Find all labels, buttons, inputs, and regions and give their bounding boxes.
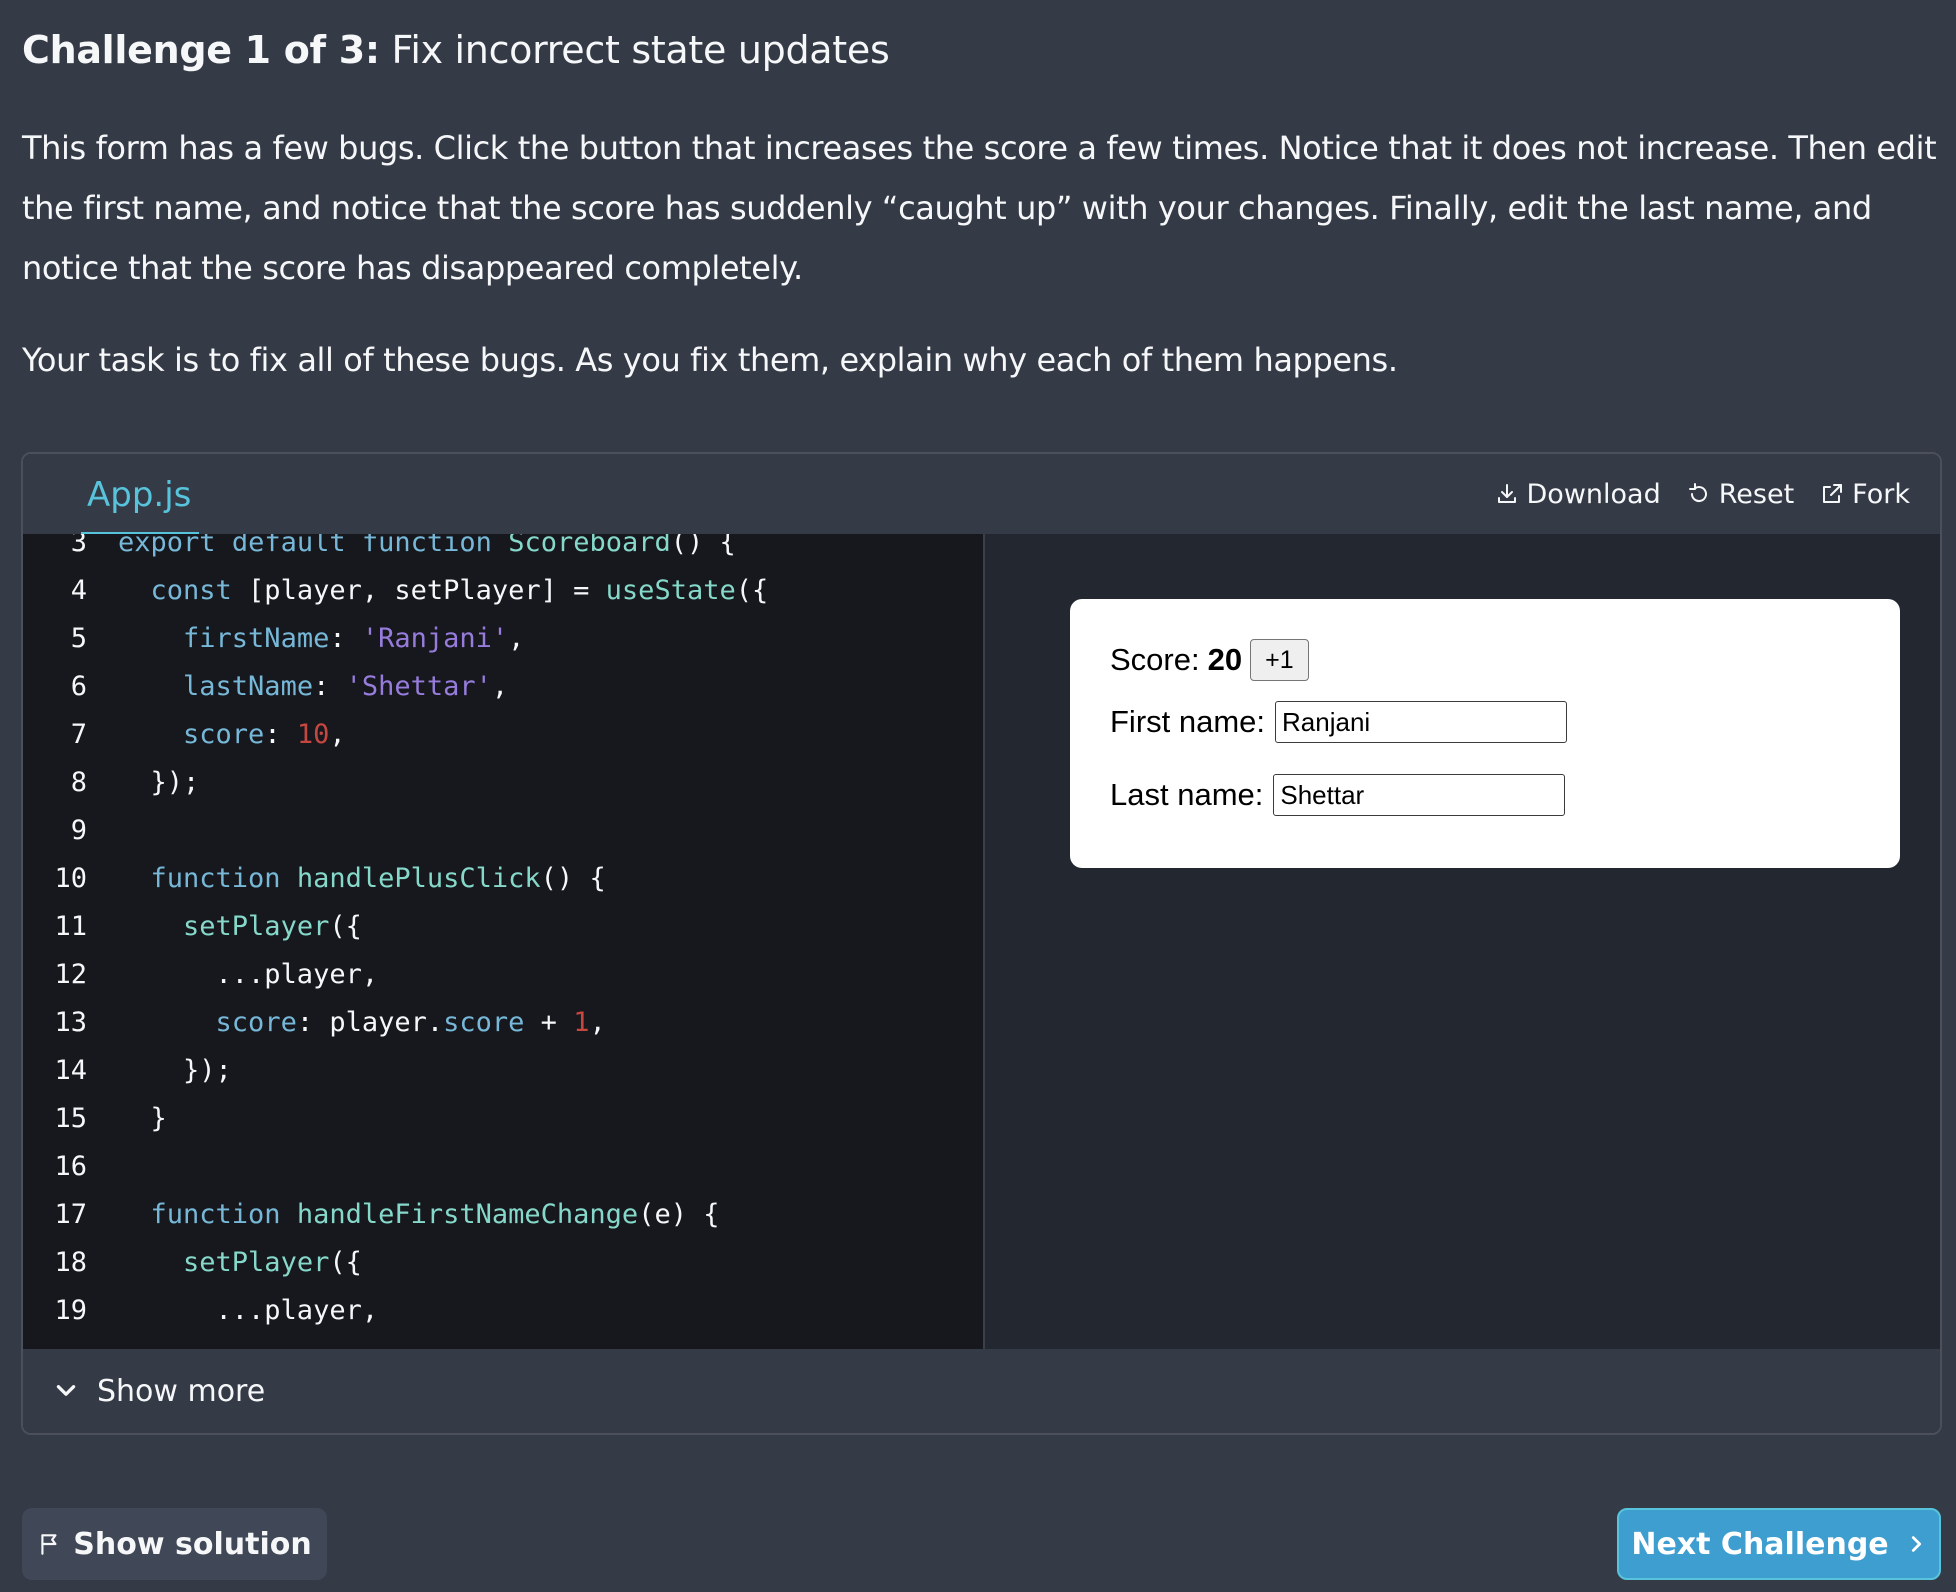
line-number: 11 bbox=[54, 911, 87, 942]
code-line: 12 ...player, bbox=[23, 951, 378, 999]
line-number: 3 bbox=[70, 534, 87, 558]
last-name-label: Last name: bbox=[1110, 777, 1264, 812]
line-number: 5 bbox=[70, 623, 87, 654]
reset-label: Reset bbox=[1718, 478, 1795, 510]
download-button[interactable]: Download bbox=[1495, 479, 1661, 510]
show-more-label: Show more bbox=[97, 1373, 266, 1409]
line-number: 7 bbox=[70, 719, 87, 750]
line-number: 17 bbox=[54, 1199, 87, 1230]
flag-icon bbox=[41, 1534, 57, 1555]
challenge-task: Your task is to fix all of these bugs. A… bbox=[22, 341, 1398, 379]
chevron-down-icon bbox=[56, 1385, 76, 1396]
first-name-row: First name: bbox=[1110, 699, 1568, 745]
next-challenge-button[interactable]: Next Challenge bbox=[1617, 1508, 1941, 1580]
code-line: 11 setPlayer({ bbox=[23, 903, 361, 951]
show-solution-label: Show solution bbox=[73, 1526, 312, 1562]
tab-app-js[interactable]: App.js bbox=[80, 454, 200, 535]
last-name-input[interactable] bbox=[1273, 774, 1566, 816]
code-line: 18 setPlayer({ bbox=[23, 1239, 361, 1287]
code-line: 6 lastName: 'Shettar', bbox=[23, 663, 508, 711]
code-sandbox: App.js Download Reset Fork 3 export defau… bbox=[21, 452, 1942, 1435]
challenge-description: This form has a few bugs. Click the butt… bbox=[22, 129, 1937, 287]
code-line: 5 firstName: 'Ranjani', bbox=[23, 615, 525, 663]
line-number: 16 bbox=[54, 1151, 87, 1182]
sandbox-actions: Download Reset Fork bbox=[1495, 454, 1910, 534]
challenge-title: Challenge 1 of 3: Fix incorrect state up… bbox=[22, 22, 890, 78]
next-challenge-label: Next Challenge bbox=[1631, 1526, 1889, 1562]
code-line: 4 const [player, setPlayer] = useState({ bbox=[23, 567, 769, 615]
first-name-label: First name: bbox=[1110, 704, 1266, 739]
line-number: 18 bbox=[54, 1247, 87, 1278]
code-line: 14 }); bbox=[23, 1047, 231, 1095]
reset-icon bbox=[1688, 483, 1707, 503]
code-line: 7 score: 10, bbox=[23, 711, 346, 759]
line-number: 15 bbox=[54, 1103, 87, 1134]
code-line: 13 score: player.score + 1, bbox=[23, 999, 605, 1047]
reset-button[interactable]: Reset bbox=[1687, 479, 1794, 510]
line-number: 8 bbox=[70, 767, 87, 798]
challenge-name: Fix incorrect state updates bbox=[391, 28, 890, 72]
line-number: 9 bbox=[70, 815, 87, 846]
line-number: 19 bbox=[54, 1295, 87, 1326]
preview-pane: Score: 20 +1 First name: Last name: bbox=[985, 534, 1940, 1349]
download-label: Download bbox=[1526, 478, 1661, 510]
line-number: 13 bbox=[54, 1007, 87, 1038]
sandbox-tabbar: App.js Download Reset Fork bbox=[23, 454, 1940, 535]
external-link-icon bbox=[1823, 484, 1843, 503]
code-line: 19 ...player, bbox=[23, 1287, 378, 1335]
code-line: 9 bbox=[23, 807, 87, 855]
line-number: 6 bbox=[70, 671, 87, 702]
code-editor[interactable]: 3 export default function Scoreboard() { … bbox=[23, 534, 985, 1349]
first-name-input[interactable] bbox=[1275, 701, 1568, 743]
line-number: 4 bbox=[70, 575, 87, 606]
code-line: 10 function handlePlusClick() { bbox=[23, 855, 605, 903]
show-more-button[interactable]: Show more bbox=[23, 1349, 1940, 1433]
challenge-counter: Challenge 1 of 3: bbox=[22, 28, 380, 72]
code-line: 16 bbox=[23, 1143, 87, 1191]
plus-one-button[interactable]: +1 bbox=[1250, 639, 1309, 681]
line-number: 14 bbox=[54, 1055, 87, 1086]
code-line: 15 } bbox=[23, 1095, 166, 1143]
score-row: Score: 20 +1 bbox=[1110, 637, 1309, 683]
last-name-row: Last name: bbox=[1110, 772, 1566, 818]
code-line: 8 }); bbox=[23, 759, 200, 807]
score-label: Score: bbox=[1110, 642, 1200, 677]
code-line: 17 function handleFirstNameChange(e) { bbox=[23, 1191, 719, 1239]
show-solution-button[interactable]: Show solution bbox=[22, 1508, 327, 1580]
code-line: 3 export default function Scoreboard() { bbox=[23, 534, 736, 567]
preview-card: Score: 20 +1 First name: Last name: bbox=[1070, 599, 1900, 868]
score-value: 20 bbox=[1207, 642, 1243, 677]
chevron-right-icon bbox=[1911, 1536, 1921, 1552]
fork-button[interactable]: Fork bbox=[1820, 479, 1910, 510]
line-number: 10 bbox=[54, 863, 87, 894]
fork-label: Fork bbox=[1852, 478, 1910, 510]
download-icon bbox=[1497, 484, 1516, 503]
line-number: 12 bbox=[54, 959, 87, 990]
